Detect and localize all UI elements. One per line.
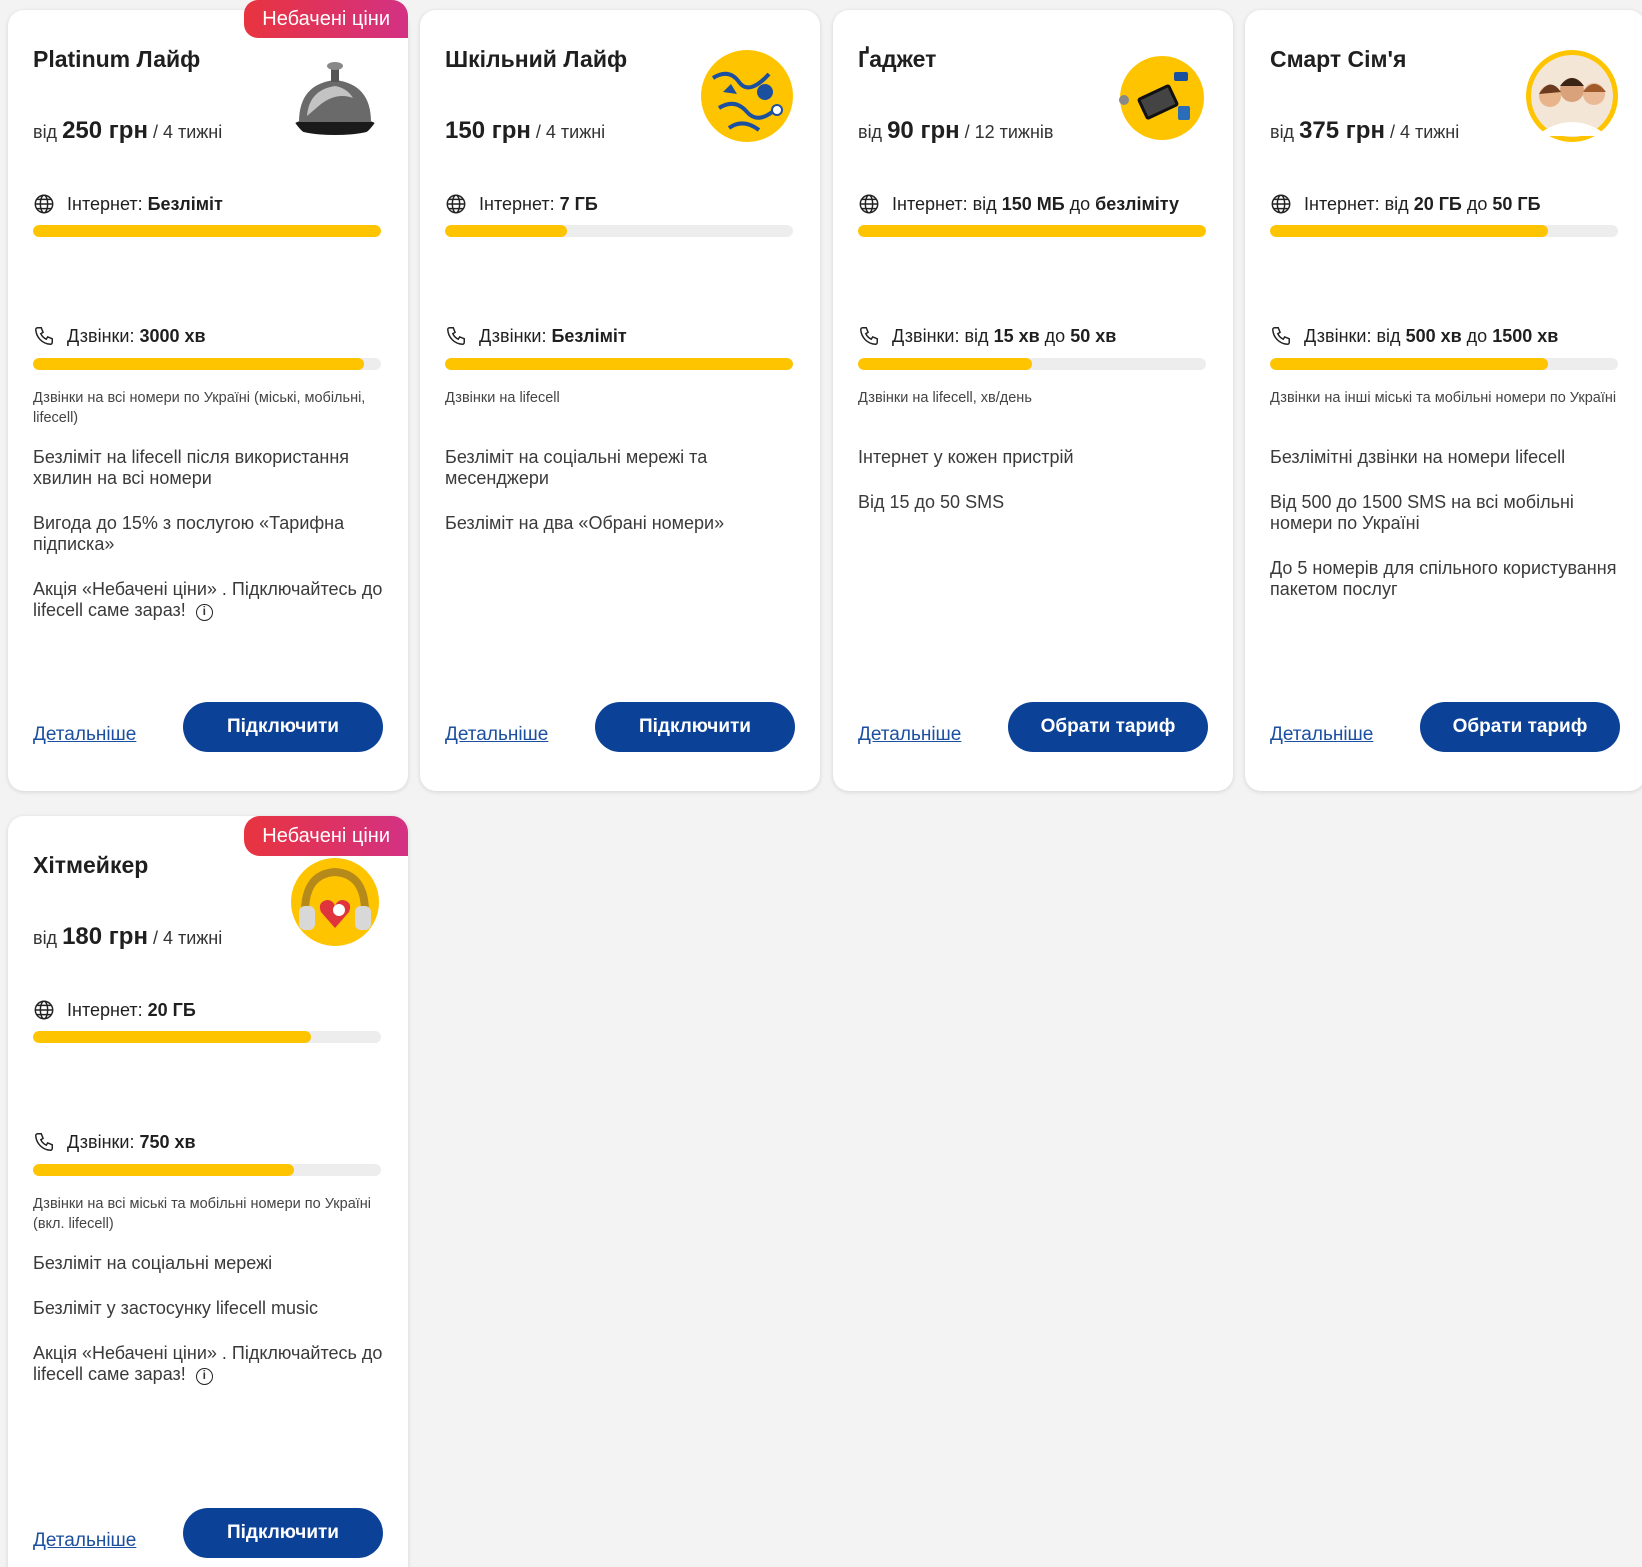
gadgets-icon: [1119, 56, 1204, 140]
feature-line: Безліміт у застосунку lifecell music: [33, 1298, 318, 1318]
calls-row: Дзвінки: від 500 хв до 1500 хв: [1270, 325, 1558, 347]
info-icon[interactable]: i: [195, 1368, 213, 1385]
globe-icon: [1271, 194, 1291, 214]
tariff-price: 150 грн / 4 тижні: [445, 117, 606, 144]
internet-progress-bar: [858, 225, 1206, 237]
calls-progress-bar: [33, 358, 381, 370]
calls-progress-bar: [1270, 358, 1618, 370]
features-list: Безліміт на соціальні мережі та месендже…: [445, 447, 797, 558]
feature-line: Безліміт на соціальні мережі: [33, 1253, 273, 1273]
details-link[interactable]: Детальніше: [33, 724, 136, 746]
internet-progress-bar: [33, 1031, 381, 1043]
feature-line: Безліміт на соціальні мережі та месендже…: [445, 447, 708, 488]
feature-line: Акція «Небачені ціни» . Підключайтесь до…: [33, 1343, 383, 1385]
calls-row: Дзвінки: 750 хв: [33, 1131, 196, 1153]
calls-note: Дзвінки на інші міські та мобільні номер…: [1270, 390, 1617, 406]
tariff-title: Шкільний Лайф: [445, 46, 628, 72]
connect-button[interactable]: Підключити: [183, 702, 383, 752]
family-photo-icon: [1526, 50, 1618, 142]
tariff-price: від 250 грн / 4 тижні: [33, 117, 223, 144]
calls-note: Дзвінки на lifecell, хв/день: [858, 390, 1032, 406]
tariff-card-school: Шкільний Лайф 150 грн / 4 тижні Інтернет…: [420, 10, 820, 791]
internet-row: Інтернет: від 150 МБ до безліміту: [858, 193, 1179, 215]
calls-note: Дзвінки на всі міські та мобільні номери…: [33, 1196, 372, 1232]
tariff-price: від 180 грн / 4 тижні: [33, 923, 223, 950]
features-list: Безліміт на соціальні мережі Безліміт у …: [33, 1253, 385, 1409]
calls-progress-bar: [445, 358, 793, 370]
tariff-card-platinum: Небачені ціни Platinum Лайф від 250 грн …: [8, 0, 408, 791]
features-list: Безлімітні дзвінки на номери lifecell Ві…: [1270, 447, 1622, 624]
tariff-title: Ґаджет: [858, 46, 937, 72]
globe-icon: [446, 194, 466, 214]
internet-progress-bar: [1270, 225, 1618, 237]
choose-tariff-button[interactable]: Обрати тариф: [1420, 702, 1620, 752]
tariff-title: Platinum Лайф: [33, 46, 201, 72]
tariff-price: від 90 грн / 12 тижнів: [858, 117, 1054, 144]
internet-row: Інтернет: 20 ГБ: [33, 999, 196, 1021]
globe-icon: [34, 194, 54, 214]
promo-badge: Небачені ціни: [244, 816, 408, 856]
school-doodle-icon: [701, 50, 793, 142]
phone-icon: [860, 327, 878, 345]
internet-row: Інтернет: від 20 ГБ до 50 ГБ: [1270, 193, 1541, 215]
feature-line: Акція «Небачені ціни» . Підключайтесь до…: [33, 579, 383, 621]
connect-button[interactable]: Підключити: [595, 702, 795, 752]
promo-badge: Небачені ціни: [244, 0, 408, 38]
phone-icon: [35, 327, 53, 345]
calls-progress-bar: [858, 358, 1206, 370]
calls-progress-bar: [33, 1164, 381, 1176]
tariff-price: від 375 грн / 4 тижні: [1270, 117, 1460, 144]
calls-note: Дзвінки на всі номери по Україні (міські…: [33, 390, 366, 426]
tariff-card-hitmaker: Небачені ціни Хітмейкер від 180 грн / 4 …: [8, 816, 408, 1567]
calls-row: Дзвінки: 3000 хв: [33, 325, 206, 347]
details-link[interactable]: Детальніше: [1270, 724, 1373, 746]
features-list: Безліміт на lifecell після використання …: [33, 447, 385, 645]
globe-icon: [34, 1000, 54, 1020]
service-bell-icon: [293, 62, 377, 135]
feature-line: Вигода до 15% з послугою «Тарифна підпис…: [33, 513, 345, 554]
details-link[interactable]: Детальніше: [858, 724, 961, 746]
feature-line: Інтернет у кожен пристрій: [858, 447, 1074, 467]
feature-line: Безліміт на два «Обрані номери»: [445, 513, 725, 533]
calls-row: Дзвінки: Безліміт: [445, 325, 627, 347]
globe-icon: [859, 194, 879, 214]
internet-progress-bar: [33, 225, 381, 237]
features-list: Інтернет у кожен пристрій Від 15 до 50 S…: [858, 447, 1210, 537]
calls-row: Дзвінки: від 15 хв до 50 хв: [858, 325, 1116, 347]
internet-row: Інтернет: 7 ГБ: [445, 193, 598, 215]
feature-line: Безліміт на lifecell після використання …: [33, 447, 350, 488]
phone-icon: [1272, 327, 1290, 345]
info-icon[interactable]: i: [195, 604, 213, 621]
choose-tariff-button[interactable]: Обрати тариф: [1008, 702, 1208, 752]
phone-icon: [35, 1133, 53, 1151]
internet-row: Інтернет: Безліміт: [33, 193, 223, 215]
tariff-card-gadget: Ґаджет від 90 грн / 12 тижнів Інтернет: …: [833, 10, 1233, 791]
tariff-card-smart-family: Смарт Сім'я від 375 грн / 4 тижні Інтерн…: [1245, 10, 1642, 791]
feature-line: До 5 номерів для спільного користування …: [1270, 558, 1617, 599]
calls-note: Дзвінки на lifecell: [445, 390, 560, 406]
headphones-icon: [291, 858, 379, 946]
details-link[interactable]: Детальніше: [445, 724, 548, 746]
feature-line: Від 500 до 1500 SMS на всі мобільні номе…: [1270, 492, 1574, 533]
feature-line: Від 15 до 50 SMS: [858, 492, 1005, 512]
tariff-title: Смарт Сім'я: [1270, 46, 1407, 72]
tariff-title: Хітмейкер: [33, 852, 149, 878]
feature-line: Безлімітні дзвінки на номери lifecell: [1270, 447, 1566, 467]
internet-progress-bar: [445, 225, 793, 237]
connect-button[interactable]: Підключити: [183, 1508, 383, 1558]
phone-icon: [447, 327, 465, 345]
details-link[interactable]: Детальніше: [33, 1530, 136, 1552]
